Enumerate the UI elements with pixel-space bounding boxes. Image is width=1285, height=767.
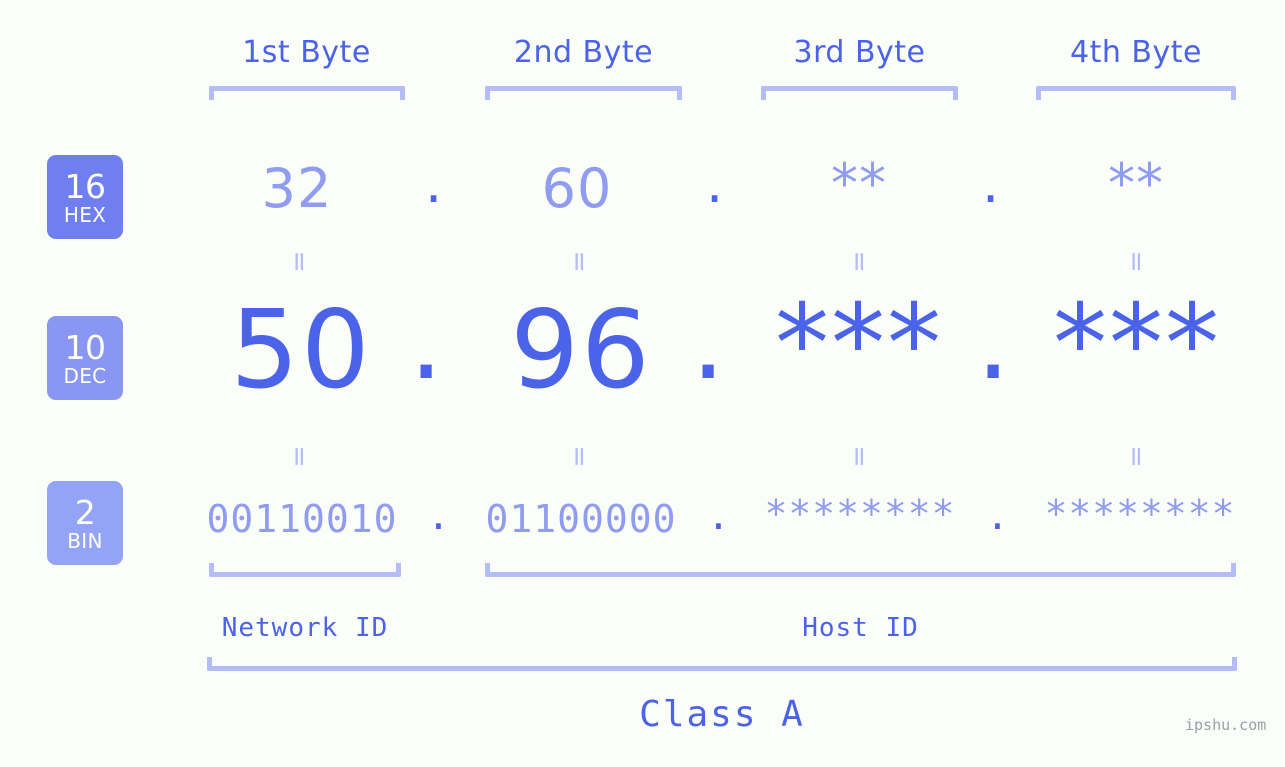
class-bracket (207, 657, 1237, 671)
hex-byte-3: ** (831, 152, 887, 215)
hex-separator-1: . (425, 152, 443, 215)
equals-hex-dec-1: = (283, 250, 315, 273)
site-watermark: ipshu.com (1185, 716, 1267, 734)
hex-separator-3: . (982, 152, 1000, 215)
equals-hex-dec-4: = (1120, 250, 1152, 273)
equals-dec-bin-2: = (563, 445, 595, 468)
dec-separator-1: . (409, 279, 444, 404)
byte-bracket-4 (1036, 86, 1236, 100)
network-id-label: Network ID (221, 613, 389, 643)
equals-hex-dec-3: = (843, 250, 875, 273)
bin-byte-3: ******** (764, 492, 956, 536)
badge-hex-system: HEX (63, 202, 107, 227)
byte-header-3: 3rd Byte (793, 35, 926, 70)
badge-bin-system: BIN (67, 528, 103, 553)
byte-header-1: 1st Byte (242, 35, 371, 70)
badge-bin-number: 2 (74, 492, 96, 532)
bin-separator-3: . (986, 494, 1009, 538)
badge-dec: 10 DEC (47, 316, 123, 400)
badge-bin: 2 BIN (47, 481, 123, 565)
bin-separator-2: . (707, 494, 730, 538)
ip-address-breakdown-diagram: 1st Byte 2nd Byte 3rd Byte 4th Byte 16 H… (0, 0, 1285, 767)
byte-bracket-1 (209, 86, 405, 100)
dec-byte-2: 96 (510, 288, 652, 413)
class-label: Class A (639, 694, 805, 735)
badge-dec-number: 10 (64, 327, 107, 367)
equals-dec-bin-1: = (283, 445, 315, 468)
host-id-bracket (485, 563, 1236, 577)
dec-separator-2: . (691, 279, 726, 404)
dec-byte-4: *** (1053, 282, 1221, 407)
hex-byte-2: 60 (541, 157, 613, 220)
equals-dec-bin-4: = (1120, 445, 1152, 468)
equals-dec-bin-3: = (843, 445, 875, 468)
badge-hex: 16 HEX (47, 155, 123, 239)
dec-separator-3: . (976, 279, 1011, 404)
dec-byte-1: 50 (230, 288, 372, 413)
byte-header-4: 4th Byte (1070, 35, 1202, 70)
byte-header-2: 2nd Byte (513, 35, 654, 70)
hex-byte-4: ** (1108, 152, 1164, 215)
hex-byte-1: 32 (261, 157, 333, 220)
bin-byte-2: 01100000 (485, 497, 677, 541)
badge-hex-number: 16 (64, 166, 107, 206)
bin-separator-1: . (427, 494, 450, 538)
network-id-bracket (209, 563, 401, 577)
hex-separator-2: . (706, 152, 724, 215)
byte-bracket-3 (761, 86, 958, 100)
byte-bracket-2 (485, 86, 682, 100)
badge-dec-system: DEC (63, 363, 107, 388)
equals-hex-dec-2: = (563, 250, 595, 273)
bin-byte-1: 00110010 (206, 497, 398, 541)
host-id-label: Host ID (802, 613, 919, 643)
bin-byte-4: ******** (1044, 492, 1236, 536)
dec-byte-3: *** (775, 282, 943, 407)
